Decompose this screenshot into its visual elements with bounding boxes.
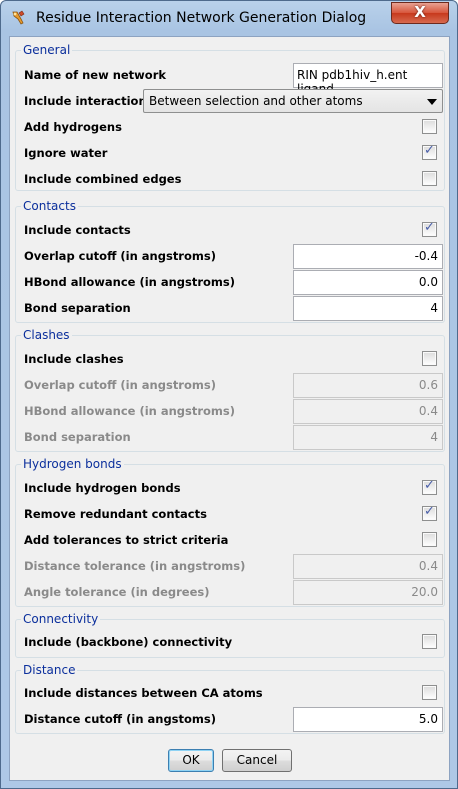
clashes-bondsep-input: 4 xyxy=(293,425,443,450)
distance-cutoff-input[interactable]: 5.0 xyxy=(293,707,443,732)
water-checkbox[interactable]: ✓ xyxy=(422,143,437,160)
combined-edges-row: Include combined edges xyxy=(24,167,440,193)
checkmark-icon: ✓ xyxy=(424,478,435,493)
section-title-connectivity: Connectivity xyxy=(21,611,101,627)
ok-button[interactable]: OK xyxy=(168,749,214,772)
section-title-contacts: Contacts xyxy=(21,198,78,214)
clashes-bondsep-label: Bond separation xyxy=(24,430,131,444)
contacts-bondsep-input[interactable]: 4 xyxy=(293,296,443,321)
hbonds-include-label: Include hydrogen bonds xyxy=(24,481,181,495)
section-title-general: General xyxy=(21,42,73,58)
close-button[interactable]: X xyxy=(391,2,449,24)
contacts-bondsep-row: Bond separation 4 xyxy=(24,296,443,322)
section-title-distance: Distance xyxy=(21,662,78,678)
window-title: Residue Interaction Network Generation D… xyxy=(36,10,367,26)
section-contacts: Contacts Include contacts ✓ Overlap cuto… xyxy=(15,198,445,323)
contacts-bondsep-label: Bond separation xyxy=(24,301,131,315)
contacts-include-label: Include contacts xyxy=(24,223,131,237)
interactions-label: Include interactions xyxy=(24,94,154,108)
distance-cutoff-row: Distance cutoff (in angstoms) 5.0 xyxy=(24,707,443,733)
network-name-input[interactable]: RIN pdb1hiv_h.ent ligand xyxy=(293,63,443,96)
clashes-overlap-label: Overlap cutoff (in angstroms) xyxy=(24,378,216,392)
hbonds-redundant-row: Remove redundant contacts ✓ xyxy=(24,502,440,528)
contacts-include-row: Include contacts ✓ xyxy=(24,218,440,244)
hbonds-tolerances-checkbox[interactable] xyxy=(422,532,437,547)
section-title-hydrogen-bonds: Hydrogen bonds xyxy=(21,456,124,472)
name-label: Name of new network xyxy=(24,68,167,82)
hbonds-angle-row: Angle tolerance (in degrees) 20.0 xyxy=(24,580,443,606)
contacts-include-checkbox[interactable]: ✓ xyxy=(422,220,437,237)
interactions-select-value: Between selection and other atoms xyxy=(149,94,363,108)
cancel-button[interactable]: Cancel xyxy=(222,749,292,772)
hbonds-include-row: Include hydrogen bonds ✓ xyxy=(24,476,440,502)
clashes-overlap-row: Overlap cutoff (in angstroms) 0.6 xyxy=(24,373,443,399)
hydrogens-row: Add hydrogens xyxy=(24,115,440,141)
clashes-include-row: Include clashes xyxy=(24,347,440,373)
hbonds-angle-input: 20.0 xyxy=(293,580,443,605)
checkmark-icon: ✓ xyxy=(424,504,435,519)
dialog-body: General Name of new network RIN pdb1hiv_… xyxy=(9,36,450,781)
clashes-hbond-row: HBond allowance (in angstroms) 0.4 xyxy=(24,399,443,425)
section-distance: Distance Include distances between CA at… xyxy=(15,662,445,734)
section-connectivity: Connectivity Include (backbone) connecti… xyxy=(15,611,445,658)
hbonds-tolerances-row: Add tolerances to strict criteria xyxy=(24,528,440,554)
water-row: Ignore water ✓ xyxy=(24,141,440,167)
water-label: Ignore water xyxy=(24,146,108,160)
clashes-hbond-input: 0.4 xyxy=(293,399,443,424)
clashes-bondsep-row: Bond separation 4 xyxy=(24,425,443,451)
contacts-hbond-label: HBond allowance (in angstroms) xyxy=(24,275,236,289)
distance-include-label: Include distances between CA atoms xyxy=(24,686,263,700)
combined-edges-checkbox[interactable] xyxy=(422,171,437,186)
wrench-ribbon-icon xyxy=(12,10,25,25)
hbonds-redundant-label: Remove redundant contacts xyxy=(24,507,207,521)
hbonds-include-checkbox[interactable]: ✓ xyxy=(422,478,437,495)
contacts-hbond-input[interactable]: 0.0 xyxy=(293,270,443,295)
distance-include-checkbox[interactable] xyxy=(422,685,437,700)
hydrogens-checkbox[interactable] xyxy=(422,119,437,134)
name-row: Name of new network RIN pdb1hiv_h.ent li… xyxy=(24,63,443,96)
connectivity-include-checkbox[interactable] xyxy=(422,634,437,649)
clashes-hbond-label: HBond allowance (in angstroms) xyxy=(24,404,236,418)
hbonds-distance-row: Distance tolerance (in angstroms) 0.4 xyxy=(24,554,443,580)
clashes-overlap-input: 0.6 xyxy=(293,373,443,398)
connectivity-include-label: Include (backbone) connectivity xyxy=(24,635,233,649)
hydrogens-label: Add hydrogens xyxy=(24,120,122,134)
checkmark-icon: ✓ xyxy=(424,143,435,158)
hbonds-angle-label: Angle tolerance (in degrees) xyxy=(24,585,210,599)
dialog-window: Residue Interaction Network Generation D… xyxy=(0,0,458,789)
interactions-select[interactable]: Between selection and other atoms xyxy=(143,89,443,113)
hbonds-redundant-checkbox[interactable]: ✓ xyxy=(422,504,437,521)
contacts-overlap-input[interactable]: -0.4 xyxy=(293,244,443,269)
section-clashes: Clashes Include clashes Overlap cutoff (… xyxy=(15,327,445,452)
contacts-overlap-row: Overlap cutoff (in angstroms) -0.4 xyxy=(24,244,443,270)
chevron-down-icon xyxy=(427,99,437,105)
hbonds-distance-input: 0.4 xyxy=(293,554,443,579)
clashes-include-checkbox[interactable] xyxy=(422,351,437,366)
section-hydrogen-bonds: Hydrogen bonds Include hydrogen bonds ✓ … xyxy=(15,456,445,607)
contacts-overlap-label: Overlap cutoff (in angstroms) xyxy=(24,249,216,263)
contacts-hbond-row: HBond allowance (in angstroms) 0.0 xyxy=(24,270,443,296)
checkmark-icon: ✓ xyxy=(424,220,435,235)
interactions-row: Include interactions Between selection a… xyxy=(24,89,443,115)
combined-edges-label: Include combined edges xyxy=(24,172,182,186)
section-title-clashes: Clashes xyxy=(21,327,72,343)
title-bar[interactable]: Residue Interaction Network Generation D… xyxy=(1,1,457,35)
connectivity-include-row: Include (backbone) connectivity xyxy=(24,630,440,656)
section-general: General Name of new network RIN pdb1hiv_… xyxy=(15,42,445,193)
hbonds-distance-label: Distance tolerance (in angstroms) xyxy=(24,559,246,573)
clashes-include-label: Include clashes xyxy=(24,352,124,366)
distance-include-row: Include distances between CA atoms xyxy=(24,681,440,707)
hbonds-tolerances-label: Add tolerances to strict criteria xyxy=(24,533,229,547)
distance-cutoff-label: Distance cutoff (in angstoms) xyxy=(24,712,217,726)
